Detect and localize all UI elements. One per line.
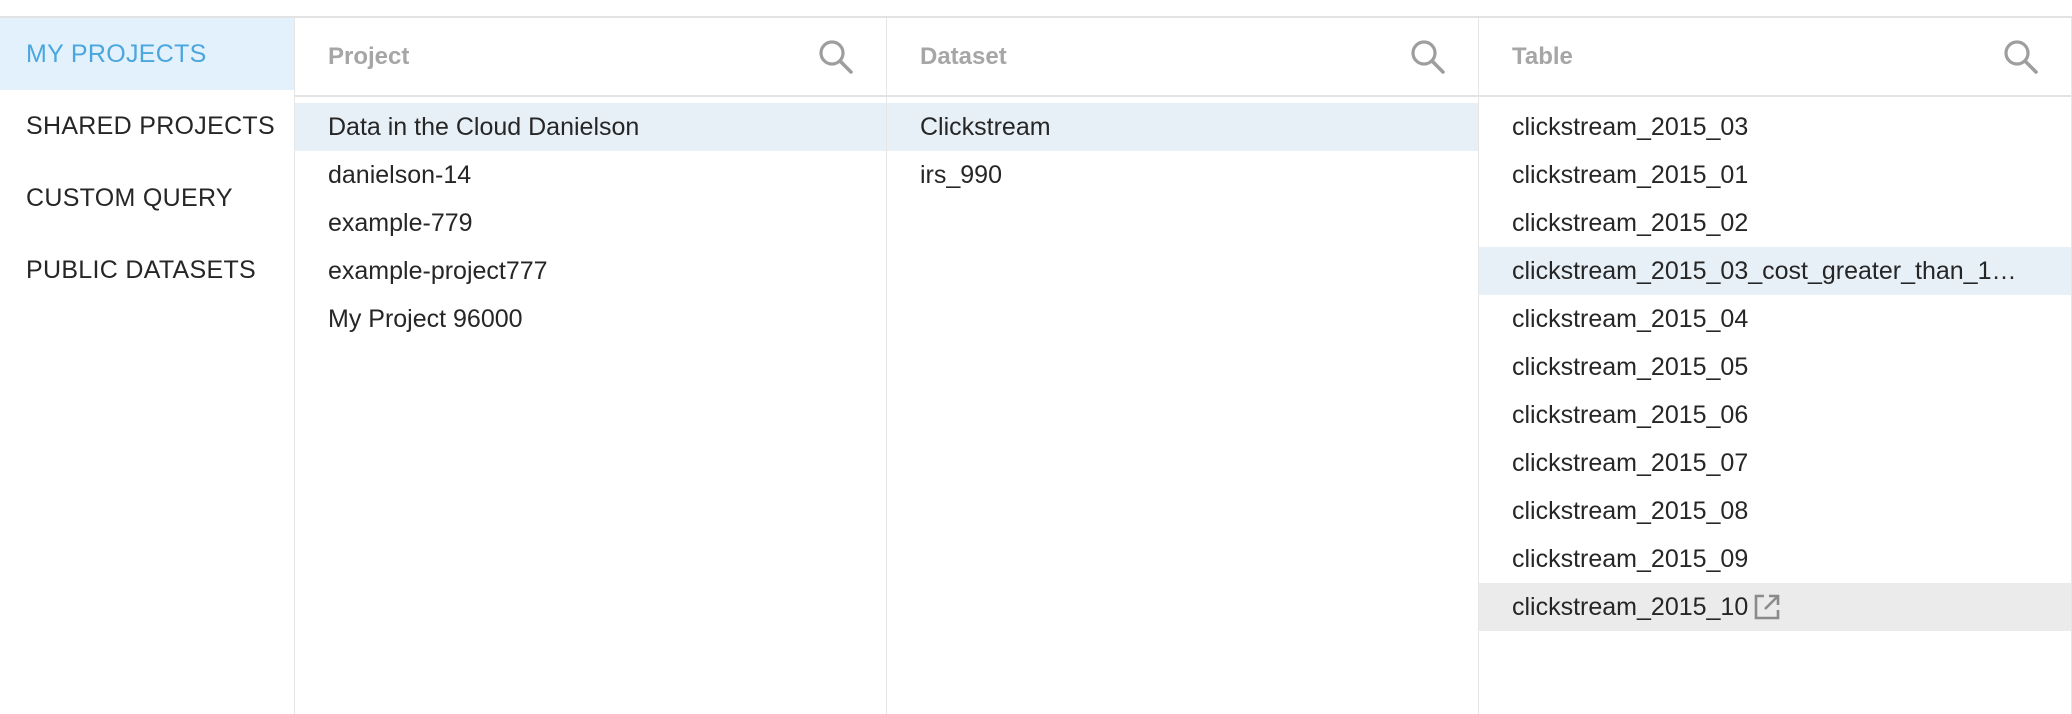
project-row[interactable]: example-779 — [295, 199, 886, 247]
sidebar-item-public-datasets[interactable]: PUBLIC DATASETS — [0, 234, 294, 306]
table-row[interactable]: clickstream_2015_03 — [1479, 103, 2071, 151]
table-row[interactable]: clickstream_2015_03_cost_greater_than_1… — [1479, 247, 2071, 295]
dataset-row[interactable]: Clickstream — [887, 103, 1478, 151]
table-column-header: Table — [1479, 18, 2071, 97]
project-row[interactable]: My Project 96000 — [295, 295, 886, 343]
sidebar: MY PROJECTS SHARED PROJECTS CUSTOM QUERY… — [0, 18, 295, 714]
search-icon[interactable] — [1408, 37, 1448, 77]
dataset-column: Dataset Clickstream irs_990 — [887, 18, 1479, 714]
table-list: clickstream_2015_03 clickstream_2015_01 … — [1479, 97, 2071, 631]
table-row[interactable]: clickstream_2015_09 — [1479, 535, 2071, 583]
sidebar-item-custom-query[interactable]: CUSTOM QUERY — [0, 162, 294, 234]
search-icon[interactable] — [816, 37, 856, 77]
table-row[interactable]: clickstream_2015_04 — [1479, 295, 2071, 343]
table-row[interactable]: clickstream_2015_10 — [1479, 583, 2071, 631]
table-row[interactable]: clickstream_2015_08 — [1479, 487, 2071, 535]
search-icon[interactable] — [2001, 37, 2041, 77]
table-row[interactable]: clickstream_2015_07 — [1479, 439, 2071, 487]
table-row[interactable]: clickstream_2015_06 — [1479, 391, 2071, 439]
table-column: Table clickstream_2015_03 clickstream_20… — [1479, 18, 2072, 714]
table-column-title: Table — [1512, 42, 1573, 70]
project-row[interactable]: Data in the Cloud Danielson — [295, 103, 886, 151]
dataset-row[interactable]: irs_990 — [887, 151, 1478, 199]
open-in-new-icon[interactable] — [1751, 591, 1783, 623]
dataset-column-title: Dataset — [920, 42, 1007, 70]
project-column-header: Project — [295, 18, 886, 97]
sidebar-item-my-projects[interactable]: MY PROJECTS — [0, 18, 294, 90]
project-list: Data in the Cloud Danielson danielson-14… — [295, 97, 886, 343]
table-row[interactable]: clickstream_2015_05 — [1479, 343, 2071, 391]
dataset-list: Clickstream irs_990 — [887, 97, 1478, 199]
project-row[interactable]: danielson-14 — [295, 151, 886, 199]
dataset-column-header: Dataset — [887, 18, 1478, 97]
project-column-title: Project — [328, 42, 410, 70]
project-row[interactable]: example-project777 — [295, 247, 886, 295]
table-row[interactable]: clickstream_2015_01 — [1479, 151, 2071, 199]
data-source-browser: MY PROJECTS SHARED PROJECTS CUSTOM QUERY… — [0, 0, 2072, 714]
sidebar-item-shared-projects[interactable]: SHARED PROJECTS — [0, 90, 294, 162]
project-column: Project Data in the Cloud Danielson dani… — [295, 18, 887, 714]
table-row[interactable]: clickstream_2015_02 — [1479, 199, 2071, 247]
